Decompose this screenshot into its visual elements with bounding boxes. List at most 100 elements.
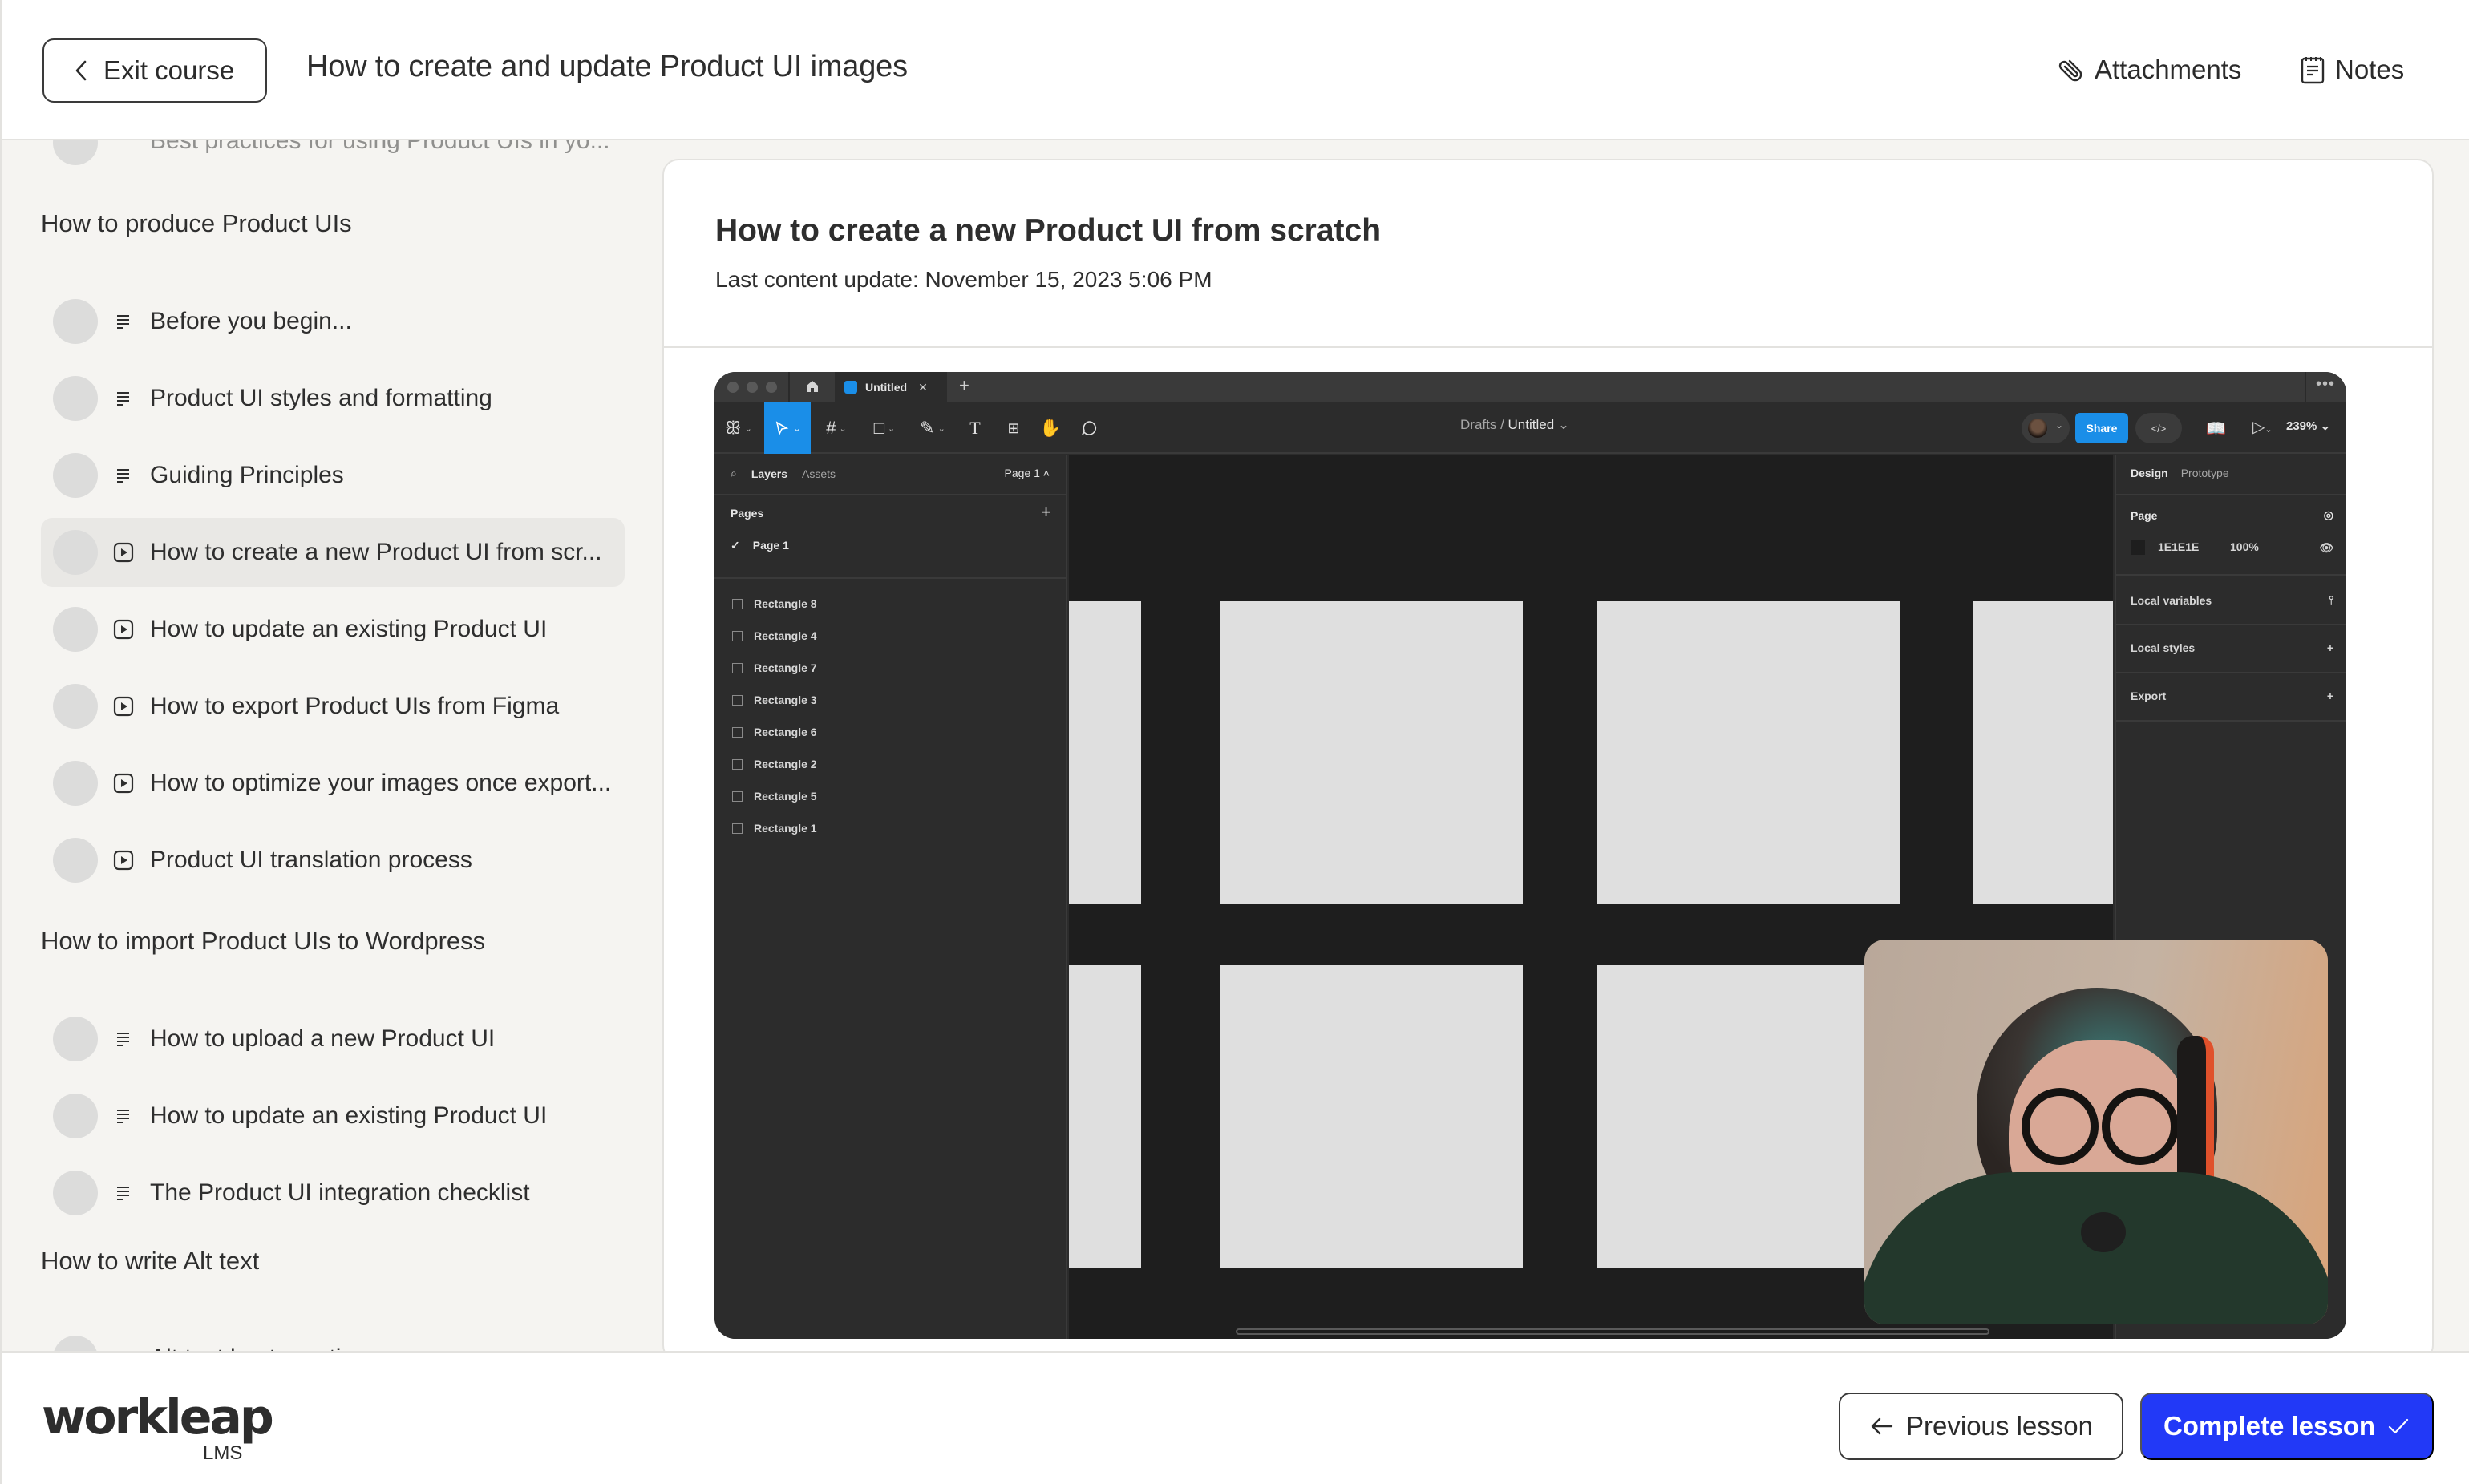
lesson-label: How to update an existing Product UI — [150, 1102, 548, 1129]
article-icon — [111, 463, 136, 487]
figma-layer-item: Rectangle 1 — [732, 816, 817, 840]
video-icon — [111, 771, 136, 795]
close-tab-icon: ✕ — [918, 380, 928, 394]
lesson-item[interactable]: How to upload a new Product UI — [41, 1005, 625, 1074]
frame-tool-icon: # ⌄ — [826, 418, 847, 438]
paperclip-icon — [2058, 59, 2082, 82]
more-icon: ••• — [2315, 375, 2335, 393]
notes-button[interactable]: Notes — [2300, 50, 2404, 90]
lesson-item[interactable]: How to optimize your images once export.… — [41, 749, 625, 818]
search-icon: ⌕ — [731, 467, 737, 479]
figma-layer-item: Rectangle 5 — [732, 784, 817, 808]
dev-mode-icon: </> — [2135, 413, 2182, 443]
canvas-rectangle — [1220, 965, 1523, 1268]
checkmark-icon — [2388, 1418, 2409, 1434]
lesson-label: Before you begin... — [150, 308, 352, 334]
figma-layer-item: Rectangle 8 — [732, 592, 817, 616]
lesson-status-circle — [53, 761, 98, 806]
attachments-button[interactable]: Attachments — [2054, 50, 2241, 90]
canvas-rectangle — [1220, 601, 1523, 904]
rectangle-layer-icon — [732, 823, 743, 834]
video-icon — [111, 694, 136, 718]
figma-left-tabs: ⌕ Layers Assets — [731, 467, 836, 480]
top-header: Exit course How to create and update Pro… — [0, 0, 2469, 140]
sliders-icon: ⫯ — [2328, 593, 2333, 606]
lesson-status-circle — [53, 1171, 98, 1215]
lesson-content-card: How to create a new Product UI from scra… — [662, 159, 2434, 1361]
lesson-item[interactable]: How to export Product UIs from Figma — [41, 672, 625, 741]
arrow-left-icon — [1871, 1417, 1893, 1435]
section-title: How to write Alt text — [41, 1247, 260, 1275]
lesson-status-circle — [53, 838, 98, 883]
figma-file-tab: Untitled ✕ — [835, 372, 947, 402]
canvas-rectangle — [1597, 601, 1900, 904]
pages-title: Pages — [731, 507, 764, 520]
text-tool-icon: T — [969, 418, 981, 438]
home-icon — [807, 381, 818, 392]
export-row: Export + — [2131, 689, 2333, 702]
rectangle-layer-icon — [732, 791, 743, 802]
canvas-rectangle — [1069, 965, 1141, 1268]
lesson-item[interactable]: Product UI translation process — [41, 826, 625, 895]
video-icon — [111, 848, 136, 872]
chevron-left-icon — [75, 60, 87, 81]
lesson-label: How to optimize your images once export.… — [150, 770, 612, 796]
figma-layers-panel: ⌕ Layers Assets Page 1 ˄ Pages + ✓ Page 1… — [714, 455, 1067, 1339]
canvas-scrollbar — [1236, 1328, 1989, 1335]
lesson-item[interactable]: Before you begin... — [41, 287, 625, 356]
window-controls — [727, 382, 777, 393]
figma-tab-title: Untitled — [865, 381, 908, 394]
current-page: ✓ Page 1 — [731, 539, 789, 552]
complete-lesson-button[interactable]: Complete lesson — [2140, 1393, 2434, 1460]
lesson-status-circle — [53, 453, 98, 498]
lesson-item[interactable]: Product UI styles and formatting — [41, 364, 625, 433]
add-page-icon: + — [1041, 502, 1051, 522]
page-selector: Page 1 ˄ — [1004, 467, 1050, 479]
course-outline-sidebar[interactable]: Best practices for using Product UIs in … — [0, 140, 659, 1351]
styles-icon: ◎ — [2323, 508, 2333, 521]
add-icon: + — [2326, 689, 2333, 702]
article-icon — [111, 1027, 136, 1051]
figma-layer-item: Rectangle 4 — [732, 624, 817, 648]
last-update-text: Last content update: November 15, 2023 5… — [715, 267, 1212, 292]
lesson-item[interactable]: Guiding Principles — [41, 441, 625, 510]
lesson-status-circle — [53, 1017, 98, 1061]
lesson-status-circle — [53, 607, 98, 652]
previous-lesson-button[interactable]: Previous lesson — [1839, 1393, 2123, 1460]
rectangle-layer-icon — [732, 598, 743, 609]
canvas-rectangle — [1597, 965, 1900, 1268]
figma-tab-bar: Untitled ✕ + ••• — [714, 372, 2346, 402]
figma-breadcrumb: Drafts / Untitled ⌄ — [1460, 417, 1570, 432]
local-variables-row: Local variables ⫯ — [2131, 593, 2333, 607]
lesson-status-circle — [53, 530, 98, 575]
lesson-item[interactable]: The Product UI integration checklist — [41, 1158, 625, 1227]
eye-icon: 👁 — [2319, 540, 2333, 554]
lesson-item-truncated[interactable]: Best practices for using Product UIs in … — [41, 140, 625, 177]
lesson-label: How to update an existing Product UI — [150, 616, 548, 642]
figma-right-tabs: Design Prototype — [2131, 467, 2229, 479]
exit-course-button[interactable]: Exit course — [42, 38, 267, 103]
lesson-item[interactable]: How to update an existing Product UI — [41, 595, 625, 664]
exit-course-label: Exit course — [103, 55, 235, 85]
library-icon: 📖 — [2206, 420, 2226, 438]
lesson-label: Best practices for using Product UIs in … — [150, 140, 610, 154]
lesson-label: Guiding Principles — [150, 462, 344, 488]
local-styles-row: Local styles + — [2131, 641, 2333, 654]
complete-lesson-label: Complete lesson — [2163, 1411, 2376, 1441]
lesson-label: Product UI translation process — [150, 847, 472, 873]
page-fill-row: 1E1E1E 100% 👁 — [2131, 540, 2333, 556]
lesson-item[interactable]: Alt text best practices — [41, 1324, 625, 1351]
hand-tool-icon: ✋ — [1039, 418, 1062, 438]
new-tab-icon: + — [959, 375, 969, 395]
lesson-item[interactable]: How to update an existing Product UI — [41, 1082, 625, 1150]
figma-share-button: Share — [2075, 413, 2128, 443]
notes-label: Notes — [2335, 55, 2405, 84]
check-icon: ✓ — [731, 539, 740, 552]
workleap-logo: workleap — [42, 1389, 274, 1446]
lesson-video-player[interactable]: Untitled ✕ + ••• ꕥ⌄ ⌄ #⌄ □⌄ ✎⌄ T ⊞ ✋ — [714, 372, 2346, 1339]
lesson-item[interactable]: How to create a new Product UI from scr.… — [41, 518, 625, 587]
lesson-label: How to upload a new Product UI — [150, 1025, 496, 1052]
section-title: How to produce Product UIs — [41, 209, 352, 237]
logo-subtitle: LMS — [203, 1442, 243, 1464]
figma-layer-item: Rectangle 2 — [732, 752, 817, 776]
